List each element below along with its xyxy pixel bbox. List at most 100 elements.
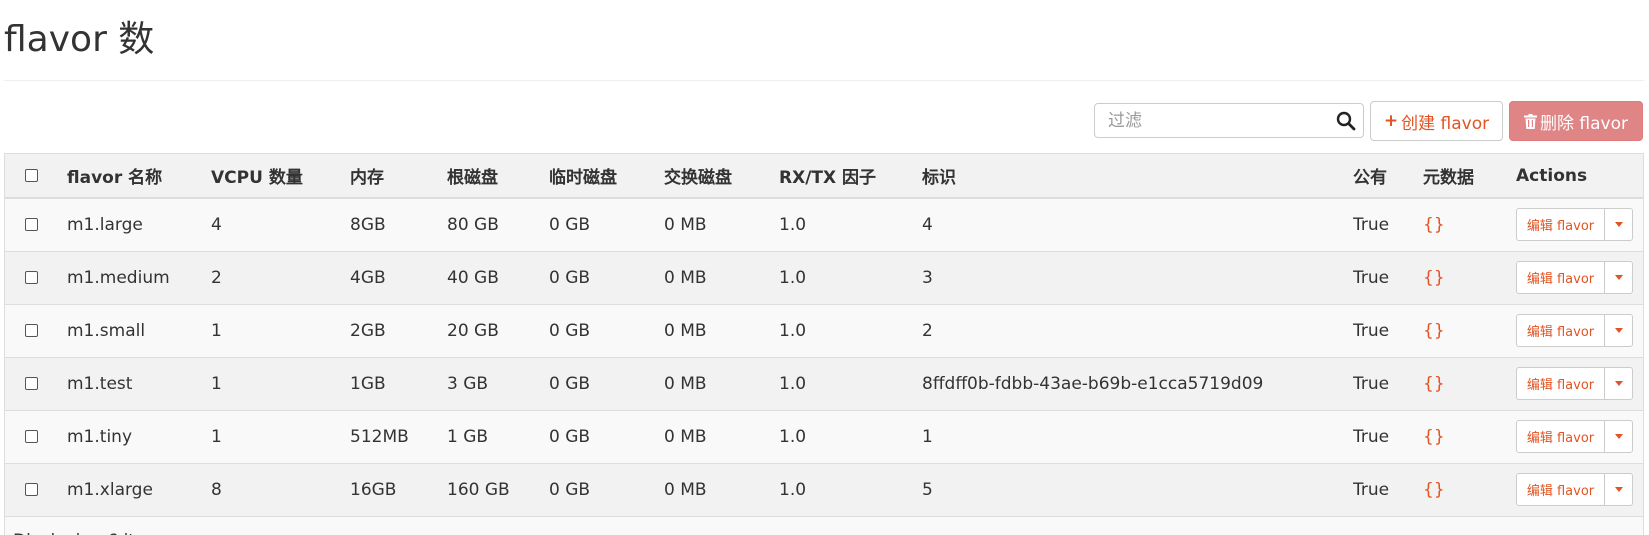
edit-flavor-button[interactable]: 编辑 flavor	[1517, 315, 1605, 346]
cell-rxtx: 1.0	[779, 373, 807, 394]
col-root-disk[interactable]: 根磁盘	[447, 154, 549, 198]
table-footer-row: Displaying 6 items	[5, 516, 1643, 535]
cell-id: 8ffdff0b-fdbb-43ae-b69b-e1cca5719d09	[922, 373, 1264, 394]
actions-dropdown-toggle[interactable]	[1605, 209, 1632, 240]
cell-vcpu: 1	[211, 373, 222, 394]
table-footer-cell: Displaying 6 items	[5, 516, 1643, 535]
filter-input[interactable]	[1095, 104, 1327, 137]
cell-actions: 编辑 flavor	[1516, 198, 1643, 251]
cell-ephemeral-disk: 0 GB	[549, 267, 591, 288]
cell-metadata: {}	[1423, 410, 1516, 463]
cell-swap-disk: 0 MB	[664, 267, 707, 288]
actions-dropdown-toggle[interactable]	[1605, 368, 1632, 399]
cell-metadata: {}	[1423, 304, 1516, 357]
chevron-down-icon	[1614, 222, 1623, 228]
col-ram[interactable]: 内存	[350, 154, 447, 198]
cell-swap-disk: 0 MB	[664, 479, 707, 500]
row-checkbox[interactable]	[25, 218, 38, 232]
col-flavor-name[interactable]: flavor 名称	[67, 154, 211, 198]
cell-vcpu: 1	[211, 320, 222, 341]
table-row: m1.xlarge 8 16GB 160 GB 0 GB 0 MB 1.0 5 …	[5, 463, 1643, 516]
cell-flavor-name: m1.test	[67, 373, 133, 394]
col-metadata[interactable]: 元数据	[1423, 154, 1516, 198]
chevron-down-icon	[1614, 381, 1623, 386]
actions-dropdown-toggle[interactable]	[1605, 262, 1632, 293]
metadata-link[interactable]: {}	[1423, 215, 1445, 235]
cell-swap-disk: 0 MB	[664, 426, 707, 447]
cell-ephemeral-disk: 0 GB	[549, 426, 591, 447]
metadata-link[interactable]: {}	[1423, 268, 1445, 288]
cell-ephemeral-disk: 0 GB	[549, 214, 591, 235]
create-flavor-label: 创建 flavor	[1401, 113, 1490, 134]
cell-metadata: {}	[1423, 198, 1516, 251]
edit-flavor-button[interactable]: 编辑 flavor	[1517, 421, 1605, 452]
row-select-cell	[5, 357, 67, 410]
cell-root-disk: 40 GB	[447, 267, 499, 288]
create-flavor-button[interactable]: + 创建 flavor	[1370, 101, 1503, 141]
col-id[interactable]: 标识	[922, 154, 1353, 198]
row-actions-group: 编辑 flavor	[1516, 208, 1633, 242]
metadata-link[interactable]: {}	[1423, 321, 1445, 341]
cell-flavor-name: m1.large	[67, 214, 143, 235]
row-checkbox[interactable]	[25, 483, 38, 496]
cell-rxtx: 1.0	[779, 479, 807, 500]
row-checkbox[interactable]	[25, 377, 38, 390]
row-checkbox[interactable]	[25, 430, 38, 443]
edit-flavor-button[interactable]: 编辑 flavor	[1517, 262, 1605, 293]
col-swap-disk[interactable]: 交换磁盘	[664, 154, 779, 198]
cell-rxtx: 1.0	[779, 214, 807, 235]
cell-root-disk: 160 GB	[447, 479, 510, 500]
col-public[interactable]: 公有	[1353, 154, 1423, 198]
cell-rxtx: 1.0	[779, 426, 807, 447]
actions-dropdown-toggle[interactable]	[1605, 421, 1632, 452]
select-all-checkbox[interactable]	[25, 169, 38, 182]
table-row: m1.large 4 8GB 80 GB 0 GB 0 MB 1.0 4 Tru…	[5, 198, 1643, 251]
cell-actions: 编辑 flavor	[1516, 357, 1643, 410]
cell-public: True	[1353, 267, 1390, 288]
item-count-text: Displaying 6 items	[5, 521, 1643, 535]
edit-flavor-button[interactable]: 编辑 flavor	[1517, 368, 1605, 399]
metadata-link[interactable]: {}	[1423, 374, 1445, 394]
cell-ephemeral-disk: 0 GB	[549, 373, 591, 394]
edit-flavor-button[interactable]: 编辑 flavor	[1517, 474, 1605, 505]
cell-vcpu: 2	[211, 267, 222, 288]
cell-root-disk: 80 GB	[447, 214, 499, 235]
metadata-link[interactable]: {}	[1423, 480, 1445, 500]
chevron-down-icon	[1614, 434, 1623, 439]
row-actions-group: 编辑 flavor	[1516, 314, 1633, 347]
col-rxtx[interactable]: RX/TX 因子	[779, 154, 922, 198]
row-checkbox[interactable]	[25, 271, 38, 284]
row-checkbox[interactable]	[25, 324, 38, 337]
cell-id: 2	[922, 320, 933, 341]
row-select-cell	[5, 251, 67, 304]
cell-actions: 编辑 flavor	[1516, 463, 1643, 516]
edit-flavor-button[interactable]: 编辑 flavor	[1517, 209, 1605, 241]
cell-root-disk: 3 GB	[447, 373, 489, 394]
cell-ephemeral-disk: 0 GB	[549, 479, 591, 500]
metadata-link[interactable]: {}	[1423, 427, 1445, 447]
chevron-down-icon	[1614, 275, 1623, 280]
cell-ephemeral-disk: 0 GB	[549, 320, 591, 341]
row-actions-group: 编辑 flavor	[1516, 473, 1633, 506]
filter-search-box[interactable]	[1094, 103, 1364, 138]
search-icon[interactable]	[1335, 110, 1357, 132]
cell-ram: 2GB	[350, 320, 386, 341]
cell-flavor-name: m1.small	[67, 320, 146, 341]
actions-dropdown-toggle[interactable]	[1605, 474, 1632, 505]
delete-flavor-label: 删除 flavor	[1540, 113, 1628, 134]
cell-metadata: {}	[1423, 357, 1516, 410]
select-all-cell	[5, 154, 67, 198]
cell-rxtx: 1.0	[779, 267, 807, 288]
trash-icon	[1524, 113, 1537, 129]
cell-flavor-name: m1.tiny	[67, 426, 133, 447]
cell-rxtx: 1.0	[779, 320, 807, 341]
delete-flavor-button[interactable]: 删除 flavor	[1509, 101, 1643, 141]
actions-dropdown-toggle[interactable]	[1605, 315, 1632, 346]
row-select-cell	[5, 463, 67, 516]
row-actions-group: 编辑 flavor	[1516, 261, 1633, 294]
col-vcpu[interactable]: VCPU 数量	[211, 154, 350, 198]
col-ephemeral-disk[interactable]: 临时磁盘	[549, 154, 664, 198]
cell-ram: 8GB	[350, 214, 386, 235]
col-actions: Actions	[1516, 165, 1588, 186]
cell-public: True	[1353, 214, 1390, 235]
